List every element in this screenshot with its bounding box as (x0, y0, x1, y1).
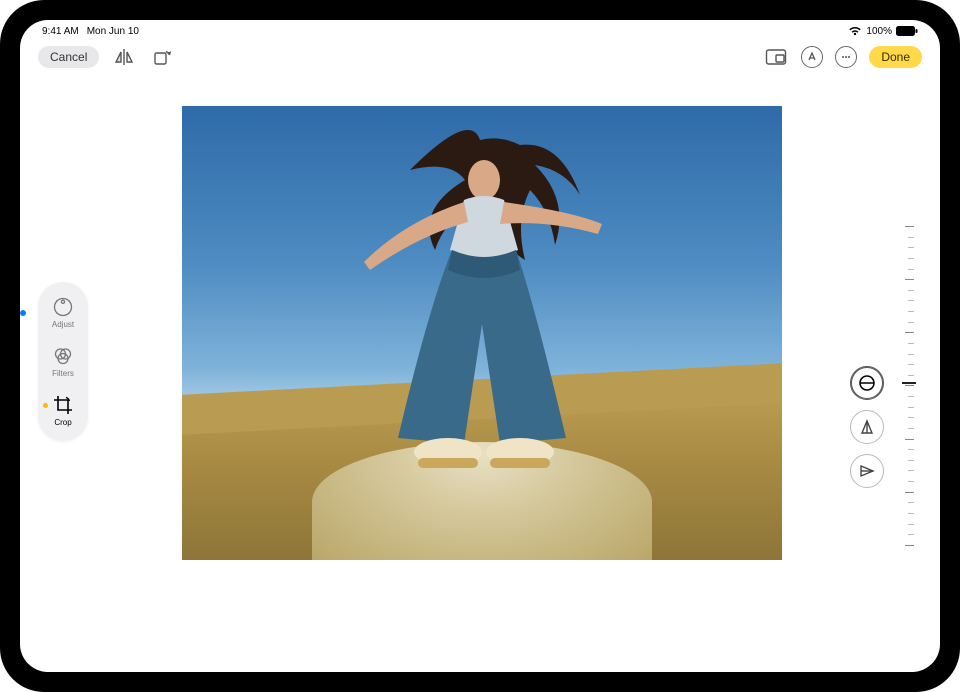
tool-adjust[interactable]: Adjust (52, 296, 74, 329)
battery-icon (896, 26, 918, 36)
photo-preview (180, 104, 784, 562)
status-date: Mon Jun 10 (87, 26, 139, 37)
tool-crop[interactable]: Crop (52, 394, 74, 427)
wifi-icon (848, 26, 862, 36)
straighten-button[interactable] (850, 366, 884, 400)
vertical-perspective-button[interactable] (850, 410, 884, 444)
crop-stage[interactable] (180, 104, 784, 562)
tool-filters[interactable]: Filters (52, 345, 74, 378)
edit-mode-tools: Adjust Filters Crop (38, 282, 88, 441)
screen: 9:41 AM Mon Jun 10 100% Cancel (20, 20, 940, 672)
tool-crop-label: Crop (54, 418, 71, 427)
rotation-pointer (902, 382, 916, 384)
active-tool-indicator (43, 403, 48, 408)
flip-horizontal-icon[interactable] (111, 44, 137, 70)
status-bar: 9:41 AM Mon Jun 10 100% (20, 20, 940, 38)
done-button[interactable]: Done (869, 46, 922, 68)
editor-main: Adjust Filters Crop (20, 76, 940, 672)
rotation-controls (850, 226, 914, 546)
device-frame: 9:41 AM Mon Jun 10 100% Cancel (0, 0, 960, 692)
more-icon[interactable] (835, 46, 857, 68)
rotation-ruler[interactable] (904, 226, 914, 546)
horizontal-perspective-button[interactable] (850, 454, 884, 488)
tool-filters-label: Filters (52, 369, 74, 378)
aspect-ratio-icon[interactable] (763, 44, 789, 70)
rotate-icon[interactable] (149, 44, 175, 70)
status-time: 9:41 AM (42, 26, 79, 37)
status-battery-percent: 100% (866, 26, 892, 37)
markup-icon[interactable] (801, 46, 823, 68)
editor-toolbar: Cancel Done (20, 38, 940, 76)
cancel-button[interactable]: Cancel (38, 46, 99, 68)
tool-adjust-label: Adjust (52, 320, 74, 329)
photo-person (352, 122, 612, 482)
